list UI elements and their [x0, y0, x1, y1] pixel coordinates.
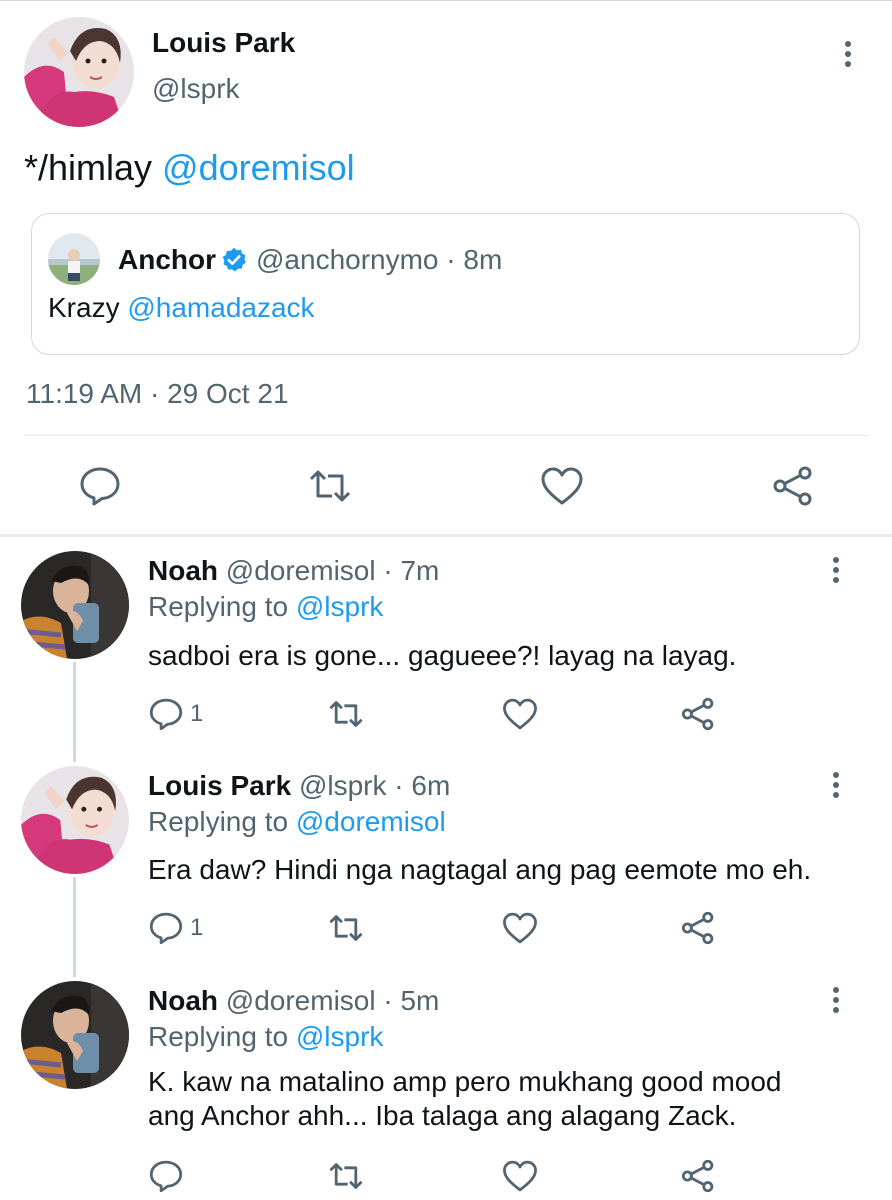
reply-handle-time: @doremisol · 7m: [225, 555, 440, 586]
quoted-header: Anchor @anchornymo · 8m: [118, 244, 502, 276]
reply-text: K. kaw na matalino amp pero mukhang good…: [148, 1065, 848, 1133]
reply-author-name[interactable]: Noah: [148, 555, 218, 586]
reply-1-like-button[interactable]: [502, 696, 538, 732]
replying-to: Replying to @doremisol: [148, 806, 446, 838]
tweet-timestamp[interactable]: 11:19 AM · 29 Oct 21: [26, 378, 289, 410]
reply-count: 1: [190, 914, 204, 941]
reply-handle-time: @doremisol · 5m: [225, 985, 440, 1016]
thread-connector: [73, 662, 76, 762]
replying-label: Replying to: [148, 806, 296, 837]
reply-3-like-button[interactable]: [502, 1158, 538, 1194]
speech-bubble-icon: [80, 467, 120, 506]
noah-avatar[interactable]: [21, 551, 129, 659]
speech-bubble-icon: [149, 912, 183, 945]
main-share-button[interactable]: [771, 464, 815, 508]
reply-3-reply-button[interactable]: [148, 1158, 184, 1194]
reply-1-header: Noah @doremisol · 7m: [148, 555, 439, 587]
reply-count: 1: [190, 700, 204, 727]
reply-author-name[interactable]: Noah: [148, 985, 218, 1016]
dot: [833, 792, 839, 798]
main-more-options-button[interactable]: [843, 41, 853, 67]
replying-label: Replying to: [148, 591, 296, 622]
quoted-handle-time: @anchornymo · 8m: [256, 244, 503, 275]
reply-3-share-button[interactable]: [680, 1158, 716, 1194]
main-tweet-text: */himlay @doremisol: [24, 147, 355, 189]
main-tweet-body: */himlay: [24, 147, 163, 188]
retweet-arrows-icon: [329, 701, 363, 727]
main-author-handle[interactable]: @lsprk: [152, 73, 240, 105]
dot: [845, 51, 851, 57]
thread-connector: [73, 877, 76, 977]
reply-1-retweet-button[interactable]: [328, 696, 364, 732]
retweet-arrows-icon: [329, 915, 363, 941]
verified-badge-icon: [220, 246, 248, 274]
speech-bubble-icon: [149, 1160, 183, 1193]
reply-handle-time: @lsprk · 6m: [298, 770, 451, 801]
louis-avatar[interactable]: [24, 17, 134, 127]
replying-to: Replying to @lsprk: [148, 591, 383, 623]
replying-to-handle[interactable]: @lsprk: [296, 1021, 384, 1052]
quoted-text: Krazy @hamadazack: [48, 292, 315, 324]
replying-to-handle[interactable]: @doremisol: [296, 806, 446, 837]
replying-to-handle[interactable]: @lsprk: [296, 591, 384, 622]
quoted-mention[interactable]: @hamadazack: [127, 292, 314, 323]
anchor-avatar[interactable]: [48, 233, 100, 285]
dot: [845, 61, 851, 67]
reply-3-more-button[interactable]: [831, 987, 841, 1013]
vertical-dots-icon: [833, 772, 839, 778]
vertical-dots-icon: [833, 557, 839, 563]
retweet-arrows-icon: [309, 470, 351, 502]
reply-text-line: ang Anchor ahh... Iba talaga ang alagang…: [148, 1100, 737, 1131]
replying-to: Replying to @lsprk: [148, 1021, 383, 1053]
reply-1-more-button[interactable]: [831, 557, 841, 583]
dot: [833, 782, 839, 788]
speech-bubble-icon: [149, 698, 183, 731]
heart-icon: [503, 912, 537, 944]
main-author-name[interactable]: Louis Park: [152, 27, 295, 59]
reply-2-more-button[interactable]: [831, 772, 841, 798]
reply-2-share-button[interactable]: [680, 910, 716, 946]
reply-author-name[interactable]: Louis Park: [148, 770, 291, 801]
main-tweet-mention[interactable]: @doremisol: [162, 147, 355, 188]
main-like-button[interactable]: [540, 464, 584, 508]
quoted-body: Krazy: [48, 292, 128, 323]
share-nodes-icon: [681, 911, 714, 945]
reply-1-share-button[interactable]: [680, 696, 716, 732]
dot: [833, 997, 839, 1003]
heart-icon: [503, 1160, 537, 1192]
replying-label: Replying to: [148, 1021, 296, 1052]
top-divider: [0, 0, 892, 1]
dot: [833, 577, 839, 583]
reply-2-like-button[interactable]: [502, 910, 538, 946]
heart-icon: [503, 698, 537, 730]
dot: [833, 567, 839, 573]
reply-1-reply-button[interactable]: [148, 696, 184, 732]
reply-text: sadboi era is gone... gagueee?! layag na…: [148, 639, 848, 673]
share-nodes-icon: [773, 466, 812, 506]
reply-text-line: Era daw? Hindi nga nagtagal ang pag eemo…: [148, 854, 812, 885]
reply-2-header: Louis Park @lsprk · 6m: [148, 770, 450, 802]
vertical-dots-icon: [833, 987, 839, 993]
noah-avatar[interactable]: [21, 981, 129, 1089]
section-divider: [0, 534, 892, 537]
vertical-dots-icon: [845, 41, 851, 47]
reply-text: Era daw? Hindi nga nagtagal ang pag eemo…: [148, 853, 848, 887]
reply-2-reply-button[interactable]: [148, 910, 184, 946]
divider: [24, 435, 868, 436]
reply-3-retweet-button[interactable]: [328, 1158, 364, 1194]
heart-icon: [541, 467, 583, 505]
share-nodes-icon: [681, 697, 714, 731]
main-retweet-button[interactable]: [308, 464, 352, 508]
quoted-author-name[interactable]: Anchor: [118, 244, 216, 276]
retweet-arrows-icon: [329, 1163, 363, 1189]
reply-3-header: Noah @doremisol · 5m: [148, 985, 439, 1017]
reply-text-line: K. kaw na matalino amp pero mukhang good…: [148, 1066, 782, 1097]
quoted-tweet-card[interactable]: Anchor @anchornymo · 8m Krazy @hamadazac…: [31, 213, 860, 355]
dot: [833, 1007, 839, 1013]
louis-avatar[interactable]: [21, 766, 129, 874]
reply-text-line: sadboi era is gone... gagueee?! layag na…: [148, 640, 737, 671]
main-reply-button[interactable]: [78, 464, 122, 508]
reply-2-retweet-button[interactable]: [328, 910, 364, 946]
share-nodes-icon: [681, 1159, 714, 1193]
